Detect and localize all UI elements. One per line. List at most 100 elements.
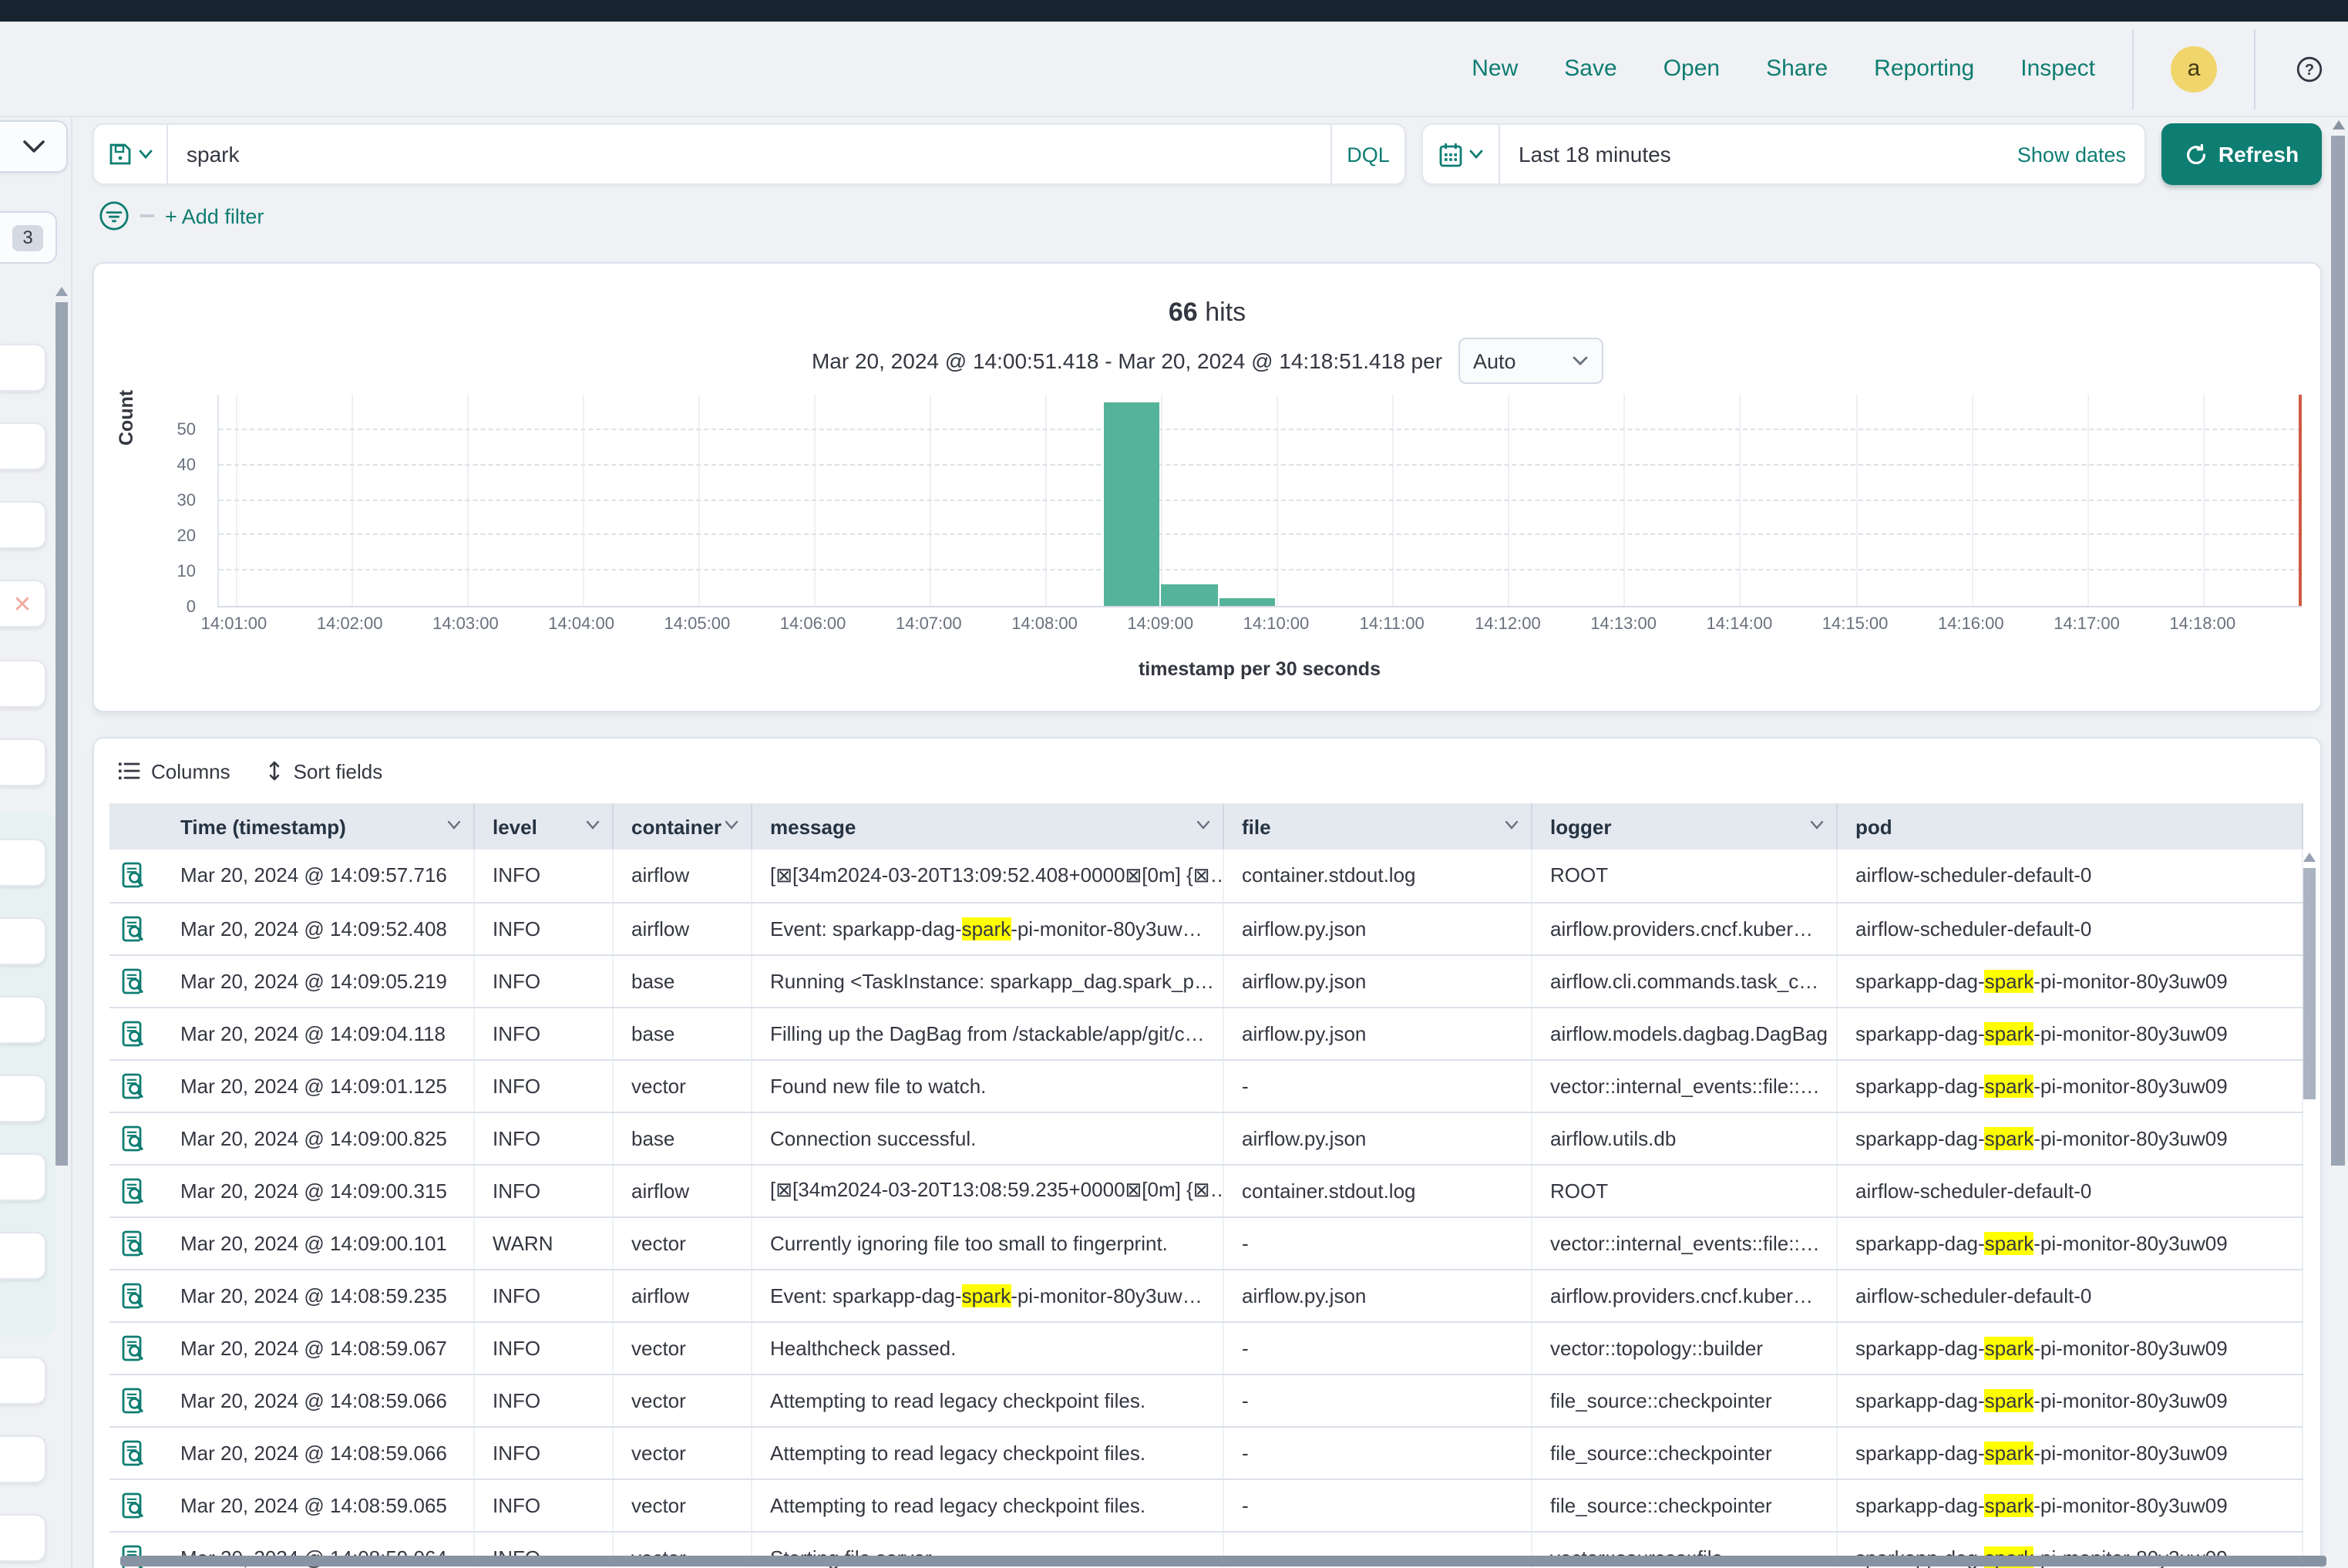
avatar[interactable]: a [2171,45,2217,92]
table-row[interactable]: Mar 20, 2024 @ 14:09:00.101 WARN vector … [109,1216,2302,1269]
expand-document-icon[interactable] [122,1492,162,1518]
nav-share[interactable]: Share [1766,56,1828,82]
y-tick-label: 10 [177,563,197,581]
close-icon[interactable]: ✕ [12,590,32,617]
expand-document-icon[interactable] [122,915,162,941]
scroll-up-arrow-icon[interactable] [2333,120,2345,130]
table-scrollbar[interactable] [2303,853,2316,1253]
field-count-badge-box[interactable]: 3 [0,211,57,264]
expand-document-icon[interactable] [122,1125,162,1151]
sidebar-scrollbar[interactable] [56,287,68,1559]
field-card[interactable]: ✕ [0,580,46,628]
scrollbar-thumb[interactable] [2331,136,2345,1166]
chevron-down-icon[interactable] [585,820,599,829]
quick-select-menu-button[interactable] [1423,125,1500,183]
table-row[interactable]: Mar 20, 2024 @ 14:09:57.716 INFO airflow… [109,850,2302,902]
field-card[interactable] [0,660,46,708]
field-card[interactable] [0,1153,46,1201]
histogram-bar[interactable] [1219,599,1275,606]
saved-query-menu-button[interactable] [94,125,168,183]
histogram-bar[interactable] [1161,585,1217,606]
field-card[interactable] [0,422,46,470]
chevron-down-icon[interactable] [724,820,738,829]
time-range-value[interactable]: Last 18 minutes [1500,142,2017,167]
column-header-logger[interactable]: logger [1531,803,1836,850]
table-row[interactable]: Mar 20, 2024 @ 14:08:59.067 INFO vector … [109,1321,2302,1374]
nav-new[interactable]: New [1472,56,1518,82]
filter-icon[interactable] [99,200,130,231]
table-row[interactable]: Mar 20, 2024 @ 14:08:59.235 INFO airflow… [109,1269,2302,1321]
field-card[interactable] [0,1357,46,1405]
cell-expand [109,1479,162,1531]
table-row[interactable]: Mar 20, 2024 @ 14:09:01.125 INFO vector … [109,1059,2302,1112]
query-language-button[interactable]: DQL [1330,125,1404,183]
expand-document-icon[interactable] [122,863,162,889]
search-input[interactable]: spark [168,142,1330,167]
nav-save[interactable]: Save [1564,56,1616,82]
add-filter-button[interactable]: + Add filter [165,204,264,227]
chevron-down-icon[interactable] [1504,820,1518,829]
field-card[interactable] [0,1232,46,1280]
column-header-file[interactable]: file [1223,803,1531,850]
cell-message: Currently ignoring file too small to fin… [751,1216,1223,1269]
field-card[interactable] [0,917,46,965]
field-card[interactable] [0,1435,46,1483]
show-dates-link[interactable]: Show dates [2017,143,2144,166]
column-header-pod[interactable]: pod [1836,803,2302,850]
column-header-level[interactable]: level [473,803,612,850]
table-row[interactable]: Mar 20, 2024 @ 14:08:59.066 INFO vector … [109,1426,2302,1479]
field-card[interactable] [0,1075,46,1122]
table-row[interactable]: Mar 20, 2024 @ 14:09:00.825 INFO base Co… [109,1112,2302,1164]
sidebar-collapse-button[interactable] [0,120,68,173]
expand-document-icon[interactable] [122,1282,162,1308]
expand-document-icon[interactable] [122,967,162,994]
scroll-up-arrow-icon[interactable] [56,287,68,296]
column-header-message[interactable]: message [751,803,1223,850]
expand-document-icon[interactable] [122,1020,162,1046]
chevron-down-icon [1469,150,1483,159]
field-card[interactable] [0,501,46,549]
help-icon[interactable]: ? [2292,52,2326,86]
field-card[interactable] [0,739,46,786]
column-header-time-timestamp-[interactable]: Time (timestamp) [162,803,473,850]
nav-inspect[interactable]: Inspect [2020,56,2095,82]
grid-line-x [583,395,584,606]
field-card[interactable] [0,996,46,1044]
y-tick-label: 20 [177,527,197,546]
expand-document-icon[interactable] [122,1439,162,1465]
expand-document-icon[interactable] [122,1177,162,1203]
interval-select[interactable]: Auto [1458,338,1603,384]
table-row[interactable]: Mar 20, 2024 @ 14:08:59.065 INFO vector … [109,1479,2302,1531]
scrollbar-thumb[interactable] [2303,868,2316,1099]
table-row[interactable]: Mar 20, 2024 @ 14:09:05.219 INFO base Ru… [109,954,2302,1007]
scrollbar-thumb[interactable] [56,302,68,1166]
chevron-down-icon[interactable] [1196,820,1209,829]
columns-button[interactable]: Columns [119,759,230,782]
scroll-up-arrow-icon[interactable] [2303,853,2316,862]
cell-expand [109,1269,162,1321]
window-scrollbar[interactable] [2331,117,2346,1568]
table-row[interactable]: Mar 20, 2024 @ 14:08:59.066 INFO vector … [109,1374,2302,1426]
horizontal-scrollbar-thumb[interactable] [120,1556,2326,1566]
nav-reporting[interactable]: Reporting [1874,56,1974,82]
table-row[interactable]: Mar 20, 2024 @ 14:09:04.118 INFO base Fi… [109,1007,2302,1059]
refresh-button[interactable]: Refresh [2161,123,2322,185]
table-row[interactable]: Mar 20, 2024 @ 14:09:52.408 INFO airflow… [109,902,2302,954]
chevron-down-icon[interactable] [1809,820,1823,829]
expand-document-icon[interactable] [122,1230,162,1256]
chevron-down-icon[interactable] [446,820,460,829]
column-header-container[interactable]: container [612,803,751,850]
histogram-bar[interactable] [1103,402,1159,606]
expand-document-icon[interactable] [122,1334,162,1361]
field-card[interactable] [0,344,46,392]
histogram-plot[interactable] [217,395,2302,607]
field-card[interactable] [0,839,46,887]
table-row[interactable]: Mar 20, 2024 @ 14:09:00.315 INFO airflow… [109,1164,2302,1216]
field-card[interactable] [0,1514,46,1562]
cell-logger: vector::topology::builder [1531,1321,1836,1374]
nav-open[interactable]: Open [1663,56,1720,82]
expand-document-icon[interactable] [122,1387,162,1413]
chevron-down-icon [139,150,153,159]
expand-document-icon[interactable] [122,1072,162,1099]
sort-fields-button[interactable]: Sort fields [267,759,383,782]
